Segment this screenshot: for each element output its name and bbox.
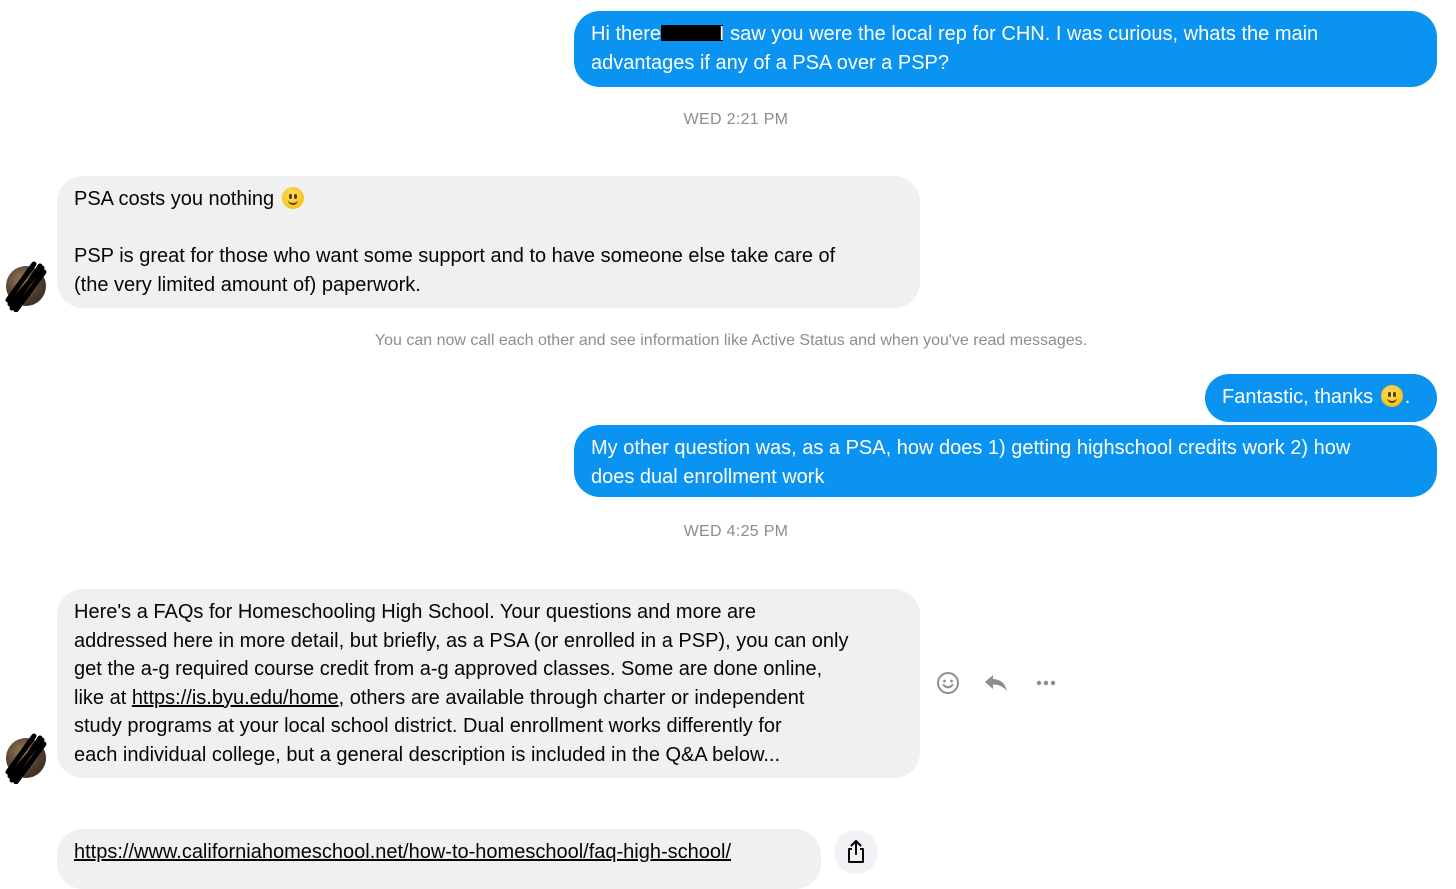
reply-arrow-icon[interactable] [982,669,1010,697]
incoming-message-5[interactable]: Here's a FAQs for Homeschooling High Sch… [57,589,920,778]
message-line: PSP is great for those who want some sup… [74,245,836,267]
smiling-face-emoji-icon [281,187,304,209]
message-line: like at https://is.byu.edu/home, others … [74,684,903,713]
outgoing-message-4[interactable]: My other question was, as a PSA, how doe… [574,425,1437,497]
message-line: study programs at your local school dist… [74,715,782,737]
byu-link[interactable]: https://is.byu.edu/home [132,687,339,709]
react-smiley-icon[interactable] [934,669,962,697]
message-text: I saw you were the local rep for CHN. I … [719,23,1319,45]
incoming-message-2[interactable]: PSA costs you nothing PSP is great for t… [57,176,920,308]
redaction-bar [661,25,724,41]
message-line: addressed here in more detail, but brief… [74,629,849,652]
message-text: , others are available through charter o… [338,686,805,709]
californiahomeschool-link[interactable]: https://www.californiahomeschool.net/how… [74,841,731,863]
outgoing-message-3[interactable]: Fantastic, thanks . [1205,374,1437,422]
timestamp: WED 4:25 PM [683,523,789,540]
smiling-face-emoji-icon [1380,385,1403,407]
message-line: get the a-g required course credit from … [74,658,823,680]
message-line: advantages if any of a PSA over a PSP? [591,51,950,74]
message-line: each individual college, but a general d… [74,743,781,766]
contact-avatar[interactable] [5,733,47,784]
share-icon [848,840,864,863]
message-line: (the very limited amount of) paperwork. [74,273,421,296]
outgoing-message-1[interactable]: Hi there I saw you were the local rep for… [574,11,1437,87]
message-text: Hi there [591,23,662,45]
share-button[interactable] [834,830,878,874]
message-line: does dual enrollment work [591,465,825,488]
system-notice: You can now call each other and see info… [374,332,1088,349]
message-line: Fantastic, thanks . [1222,383,1420,412]
timestamp: WED 2:21 PM [683,111,789,128]
message-text: Fantastic, thanks [1222,386,1374,408]
message-line: PSA costs you nothing [74,185,903,214]
message-text: . [1404,386,1411,408]
message-line: My other question was, as a PSA, how doe… [591,437,1351,459]
redaction-scribble-icon [5,261,47,312]
message-text: like at [74,686,132,709]
message-text: PSA costs you nothing [74,188,275,210]
redaction-scribble-icon [5,733,47,784]
message-line: Here's a FAQs for Homeschooling High Sch… [74,601,756,623]
contact-avatar[interactable] [5,261,47,312]
message-line: Hi there I saw you were the local rep for… [591,20,1420,49]
message-line: https://www.californiahomeschool.net/how… [74,838,804,867]
incoming-link-message-6[interactable]: https://www.californiahomeschool.net/how… [57,829,821,889]
more-dots-icon[interactable] [1032,669,1060,697]
